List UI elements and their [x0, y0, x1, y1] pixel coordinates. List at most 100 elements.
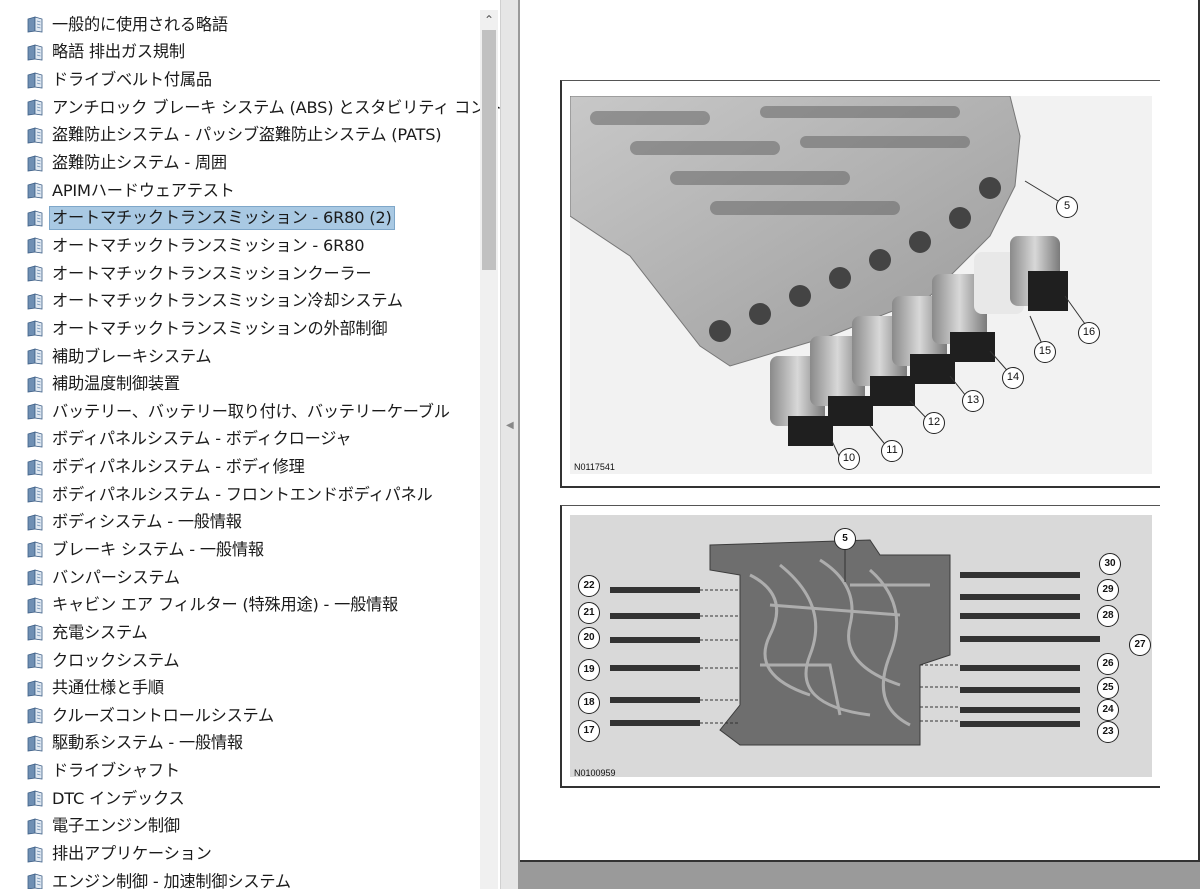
toc-item[interactable]: ドライブベルト付属品	[0, 66, 480, 94]
figure-1-image	[570, 96, 1152, 474]
toc-item[interactable]: キャビン エア フィルター (特殊用途) - 一般情報	[0, 591, 480, 619]
toc-item-label: オートマチックトランスミッション - 6R80	[52, 235, 365, 255]
figure-1-id: N0117541	[574, 462, 615, 472]
book-page-icon	[26, 71, 45, 90]
toc-item[interactable]: APIMハードウェアテスト	[0, 177, 480, 205]
toc-item[interactable]: 補助ブレーキシステム	[0, 343, 480, 371]
toc-item[interactable]: 補助温度制御装置	[0, 370, 480, 398]
toc-item[interactable]: 充電システム	[0, 619, 480, 647]
toc-item-label: ドライブベルト付属品	[52, 70, 212, 90]
book-page-icon	[26, 596, 45, 615]
book-page-icon	[26, 623, 45, 642]
book-page-icon	[26, 15, 45, 34]
book-page-icon	[26, 568, 45, 587]
collapse-arrow-icon[interactable]: ◀	[506, 420, 514, 431]
toc-item-label: DTC インデックス	[52, 788, 185, 808]
toc-item-label: ブレーキ システム - 一般情報	[52, 539, 264, 559]
toc-item[interactable]: バッテリー、バッテリー取り付け、バッテリーケーブル	[0, 398, 480, 426]
toc-item[interactable]: 略語 排出ガス規制	[0, 39, 480, 67]
callout-22: 22	[578, 575, 600, 597]
callout-29: 29	[1097, 579, 1119, 601]
toc-item-label: アンチロック ブレーキ システム (ABS) とスタビリティ コントロール	[52, 97, 500, 117]
toc-item[interactable]: 盗難防止システム - パッシブ盗難防止システム (PATS)	[0, 122, 480, 150]
book-page-icon	[26, 679, 45, 698]
toc-item-label: 盗難防止システム - パッシブ盗難防止システム (PATS)	[52, 125, 442, 145]
toc-item[interactable]: ドライブシャフト	[0, 757, 480, 785]
toc-item-label: キャビン エア フィルター (特殊用途) - 一般情報	[52, 595, 399, 615]
book-page-icon	[26, 209, 45, 228]
callout-30: 30	[1099, 553, 1121, 575]
callout-16: 16	[1078, 322, 1100, 344]
toc-item[interactable]: オートマチックトランスミッション - 6R80	[0, 232, 480, 260]
scroll-up-arrow-icon[interactable]: ⌃	[480, 10, 498, 30]
toc-item[interactable]: アンチロック ブレーキ システム (ABS) とスタビリティ コントロール	[0, 94, 500, 122]
book-page-icon	[26, 789, 45, 808]
book-page-icon	[26, 706, 45, 725]
book-page-icon	[26, 762, 45, 781]
callout-21: 21	[578, 602, 600, 624]
book-page-icon	[26, 154, 45, 173]
callout-18: 18	[578, 692, 600, 714]
toc-item[interactable]: 電子エンジン制御	[0, 813, 480, 841]
toc-item-label: ボディパネルシステム - ボディクロージャ	[52, 429, 352, 449]
toc-item[interactable]: オートマチックトランスミッションクーラー	[0, 260, 480, 288]
toc-item[interactable]: オートマチックトランスミッション冷却システム	[0, 287, 480, 315]
callout-20: 20	[578, 627, 600, 649]
toc-item[interactable]: オートマチックトランスミッション - 6R80 (2)	[0, 204, 480, 232]
book-page-icon	[26, 319, 45, 338]
toc-item[interactable]: DTC インデックス	[0, 785, 480, 813]
toc-item[interactable]: 共通仕様と手順	[0, 674, 480, 702]
toc-item-label: 駆動系システム - 一般情報	[52, 733, 243, 753]
toc-pane: 一般的に使用される略語略語 排出ガス規制ドライブベルト付属品アンチロック ブレー…	[0, 0, 500, 889]
toc-item-label: クルーズコントロールシステム	[52, 705, 275, 725]
book-page-icon	[26, 540, 45, 559]
scroll-thumb[interactable]	[482, 30, 496, 270]
toc-item-label: オートマチックトランスミッション冷却システム	[52, 291, 403, 311]
callout-26: 26	[1097, 653, 1119, 675]
book-page-icon	[26, 43, 45, 62]
figure-2-image	[570, 515, 1152, 777]
figure-2-id: N0100959	[574, 768, 616, 778]
toc-item-label: エンジン制御 - 加速制御システム	[52, 871, 291, 889]
toc-item-label: ボディパネルシステム - ボディ修理	[52, 457, 305, 477]
callout-10: 10	[838, 448, 860, 470]
toc-item-label: 共通仕様と手順	[52, 678, 164, 698]
toc-item[interactable]: 盗難防止システム - 周囲	[0, 149, 480, 177]
book-page-icon	[26, 375, 45, 394]
book-page-icon	[26, 845, 45, 864]
book-page-icon	[26, 292, 45, 311]
toc-item[interactable]: クロックシステム	[0, 647, 480, 675]
toc-scrollbar[interactable]: ⌃	[480, 10, 498, 889]
callout-14: 14	[1002, 367, 1024, 389]
book-page-icon	[26, 458, 45, 477]
callout-27: 27	[1129, 634, 1151, 656]
book-page-icon	[26, 872, 45, 889]
document-page: N0117541 5 16 15 14 13 12 11 10 N0100959…	[520, 0, 1200, 862]
toc-item[interactable]: バンパーシステム	[0, 564, 480, 592]
toc-item[interactable]: ボディパネルシステム - ボディ修理	[0, 453, 480, 481]
callout-28: 28	[1097, 605, 1119, 627]
book-page-icon	[26, 651, 45, 670]
toc-item[interactable]: 一般的に使用される略語	[0, 11, 480, 39]
callout-23: 23	[1097, 721, 1119, 743]
pane-splitter[interactable]: ◀	[500, 0, 518, 889]
book-page-icon	[26, 347, 45, 366]
callout-5-fig2: 5	[834, 528, 856, 550]
toc-item[interactable]: ブレーキ システム - 一般情報	[0, 536, 480, 564]
toc-item[interactable]: 排出アプリケーション	[0, 840, 480, 868]
toc-item-label: 排出アプリケーション	[52, 844, 212, 864]
callout-24: 24	[1097, 699, 1119, 721]
toc-item-label: 充電システム	[52, 622, 148, 642]
toc-item[interactable]: ボディシステム - 一般情報	[0, 509, 480, 537]
toc-item-label: クロックシステム	[52, 650, 180, 670]
toc-item-label: オートマチックトランスミッションの外部制御	[52, 318, 388, 338]
toc-item[interactable]: 駆動系システム - 一般情報	[0, 730, 480, 758]
toc-item[interactable]: オートマチックトランスミッションの外部制御	[0, 315, 480, 343]
toc-item[interactable]: ボディパネルシステム - フロントエンドボディパネル	[0, 481, 480, 509]
toc-item-label: 一般的に使用される略語	[52, 14, 228, 34]
toc-item[interactable]: エンジン制御 - 加速制御システム	[0, 868, 480, 889]
book-page-icon	[26, 402, 45, 421]
book-page-icon	[26, 126, 45, 145]
toc-item[interactable]: クルーズコントロールシステム	[0, 702, 480, 730]
toc-item[interactable]: ボディパネルシステム - ボディクロージャ	[0, 426, 480, 454]
